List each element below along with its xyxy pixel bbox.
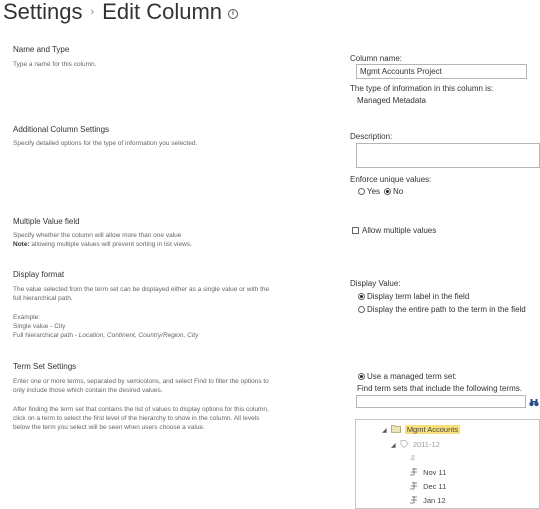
section-example-label: Example: [13, 314, 41, 321]
section-desc-termset-4: click on a term to select the first leve… [13, 415, 260, 422]
breadcrumb-separator: › [90, 6, 95, 18]
tree-node-label: Dec 11 [423, 482, 447, 491]
folder-icon [390, 425, 401, 433]
display-full-path-radio[interactable] [358, 306, 365, 313]
section-note-multiple: Note: allowing multiple values will prev… [13, 240, 192, 249]
note-label: Note: [13, 241, 30, 248]
allow-multiple-option[interactable]: Allow multiple values [352, 226, 436, 235]
description-label: Description: [350, 132, 393, 141]
description-textarea[interactable] [356, 143, 540, 168]
display-term-label-text: Display term label in the field [367, 292, 470, 301]
section-heading-additional: Additional Column Settings [13, 125, 110, 134]
section-desc-termset-2: only include those which contain the des… [13, 387, 163, 394]
term-icon [410, 455, 415, 461]
section-desc-termset-5: below the term you select will be seen w… [13, 424, 205, 431]
find-binoculars-icon[interactable] [529, 394, 539, 412]
tree-node-label: Nov 11 [423, 468, 447, 477]
section-heading-multiple: Multiple Value field [13, 217, 80, 226]
expand-triangle-icon[interactable]: ◢ [391, 443, 396, 449]
page-title: Settings › Edit Column i [3, 0, 239, 25]
section-desc-additional: Specify detailed options for the type of… [13, 140, 198, 147]
use-managed-option[interactable]: Use a managed term set: [358, 372, 457, 381]
term-icon [410, 496, 417, 504]
section-desc-multiple: Specify whether the column will allow mo… [13, 232, 182, 239]
allow-multiple-label: Allow multiple values [362, 226, 437, 235]
enforce-yes-radio[interactable] [358, 188, 365, 195]
display-term-label-radio[interactable] [358, 293, 365, 300]
enforce-no-label: No [393, 187, 404, 196]
example-full-path: Location, Continent, Country/Region, Cit… [78, 332, 199, 339]
term-icon [410, 468, 417, 476]
section-desc-display-2: full hierarchical path. [13, 295, 73, 302]
breadcrumb-settings[interactable]: Settings [3, 0, 83, 24]
display-option-full-path[interactable]: Display the entire path to the term in t… [358, 305, 526, 314]
termset-icon [400, 440, 409, 448]
enforce-no-radio[interactable] [384, 188, 391, 195]
tree-node-label: 2011-12 [412, 440, 440, 449]
enforce-yes-label: Yes [367, 187, 381, 196]
tree-node-label: Mgmt Accounts [404, 425, 461, 434]
section-desc-termset-1: Enter one or more terms, separated by se… [13, 378, 269, 385]
type-value: Managed Metadata [357, 96, 426, 105]
find-term-sets-label: Find term sets that include the followin… [357, 384, 522, 393]
term-set-tree[interactable]: ◢ Mgmt Accounts ◢ 2011-12 Nov 11 Dec 11 … [355, 419, 540, 509]
tree-node-term[interactable] [409, 454, 418, 463]
example-full-prefix: Full hierarchical path - [13, 332, 79, 339]
term-icon [410, 482, 417, 490]
column-name-label: Column name: [350, 54, 403, 63]
section-example-full: Full hierarchical path - Location, Conti… [13, 331, 198, 340]
section-heading-termset: Term Set Settings [13, 362, 77, 371]
tree-node-label: Jan 12 [423, 496, 446, 505]
display-full-path-text: Display the entire path to the term in t… [367, 305, 526, 314]
tree-node-dec-11[interactable]: Dec 11 [409, 481, 446, 491]
section-desc-display-1: The value selected from the term set can… [13, 286, 270, 293]
page-subtitle: Edit Column [102, 0, 223, 24]
section-heading-display: Display format [13, 270, 65, 279]
section-desc-termset-3: After finding the term set that contains… [13, 406, 269, 413]
enforce-no-option[interactable]: No [384, 187, 403, 196]
column-name-input[interactable]: Mgmt Accounts Project [356, 64, 527, 79]
section-desc-name-type: Type a name for this column. [13, 61, 97, 68]
info-icon[interactable]: i [228, 9, 239, 19]
tree-node-jan-12[interactable]: Jan 12 [409, 495, 446, 505]
use-managed-radio[interactable] [358, 373, 365, 380]
tree-node-mgmt-accounts[interactable]: ◢ Mgmt Accounts [382, 424, 461, 434]
tree-node-nov-11[interactable]: Nov 11 [409, 467, 446, 477]
tree-node-2011-12[interactable]: ◢ 2011-12 [391, 439, 440, 449]
note-text: allowing multiple values will prevent so… [29, 241, 192, 248]
use-managed-label: Use a managed term set: [367, 372, 457, 381]
enforce-yes-option[interactable]: Yes [358, 187, 380, 196]
find-terms-input[interactable] [356, 395, 526, 408]
display-value-label: Display Value: [350, 279, 401, 288]
allow-multiple-checkbox[interactable] [352, 227, 359, 234]
section-example-single: Single value - City [13, 323, 66, 330]
enforce-unique-label: Enforce unique values: [350, 175, 432, 184]
display-option-term-label[interactable]: Display term label in the field [358, 292, 469, 301]
section-heading-name-type: Name and Type [13, 45, 70, 54]
expand-triangle-icon[interactable]: ◢ [382, 428, 387, 434]
type-label: The type of information in this column i… [350, 84, 494, 93]
